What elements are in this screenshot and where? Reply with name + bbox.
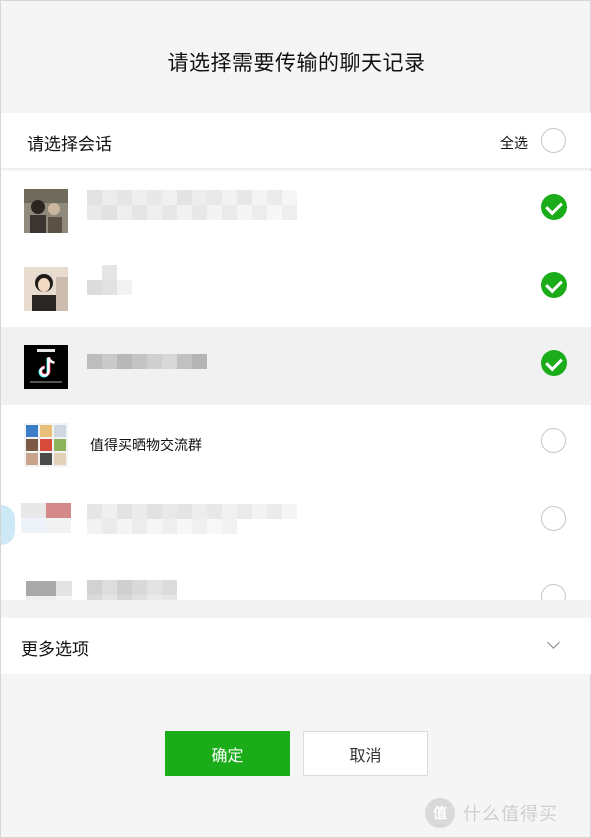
conversation-checkbox[interactable] xyxy=(541,506,566,531)
conversation-name-blurred xyxy=(87,190,297,220)
group-avatar xyxy=(24,423,68,467)
conversation-avatar xyxy=(24,267,68,311)
conversation-name-blurred xyxy=(87,265,132,295)
session-header: 请选择会话 全选 xyxy=(1,113,591,169)
more-options-label: 更多选项 xyxy=(21,640,89,660)
avatar-fragment xyxy=(1,505,15,545)
conversation-row[interactable]: 值得买晒物交流群 xyxy=(1,405,591,483)
cancel-button[interactable]: 取消 xyxy=(303,731,428,776)
conversation-avatar xyxy=(24,189,68,233)
conversation-avatar-blurred xyxy=(21,503,71,547)
conversation-list[interactable]: 值得买晒物交流群 xyxy=(1,171,591,601)
conversation-row[interactable] xyxy=(1,249,591,327)
watermark-text: 什么值得买 xyxy=(463,804,558,825)
conversation-avatar-blurred xyxy=(26,581,72,601)
conversation-checkbox-checked[interactable] xyxy=(541,194,567,220)
conversation-name-blurred xyxy=(87,580,177,601)
chevron-down-icon[interactable] xyxy=(547,636,560,649)
conversation-row[interactable] xyxy=(1,327,591,405)
conversation-name: 值得买晒物交流群 xyxy=(90,438,202,454)
dialog-title: 请选择需要传输的聊天记录 xyxy=(167,51,426,75)
dialog-window: 请选择需要传输的聊天记录 请选择会话 全选 值得买晒物交流群 更多选项 确定 取… xyxy=(0,0,591,838)
conversation-row[interactable] xyxy=(1,561,591,601)
conversation-row[interactable] xyxy=(1,483,591,561)
watermark-logo-icon: 值 xyxy=(425,798,455,828)
tiktok-avatar-icon xyxy=(24,345,68,389)
select-all-label[interactable]: 全选 xyxy=(500,133,528,153)
watermark: 值 什么值得买 xyxy=(425,798,558,828)
conversation-checkbox[interactable] xyxy=(541,428,566,453)
list-bottom-fade xyxy=(1,600,591,618)
confirm-button[interactable]: 确定 xyxy=(165,731,290,776)
conversation-name-blurred xyxy=(87,354,207,369)
session-header-label: 请选择会话 xyxy=(27,135,112,155)
conversation-checkbox-checked[interactable] xyxy=(541,350,567,376)
conversation-name-blurred xyxy=(87,504,297,534)
select-all-checkbox[interactable] xyxy=(541,128,566,153)
more-options-row[interactable]: 更多选项 xyxy=(1,618,591,674)
conversation-checkbox[interactable] xyxy=(541,584,566,601)
conversation-row[interactable] xyxy=(1,171,591,249)
conversation-checkbox-checked[interactable] xyxy=(541,272,567,298)
